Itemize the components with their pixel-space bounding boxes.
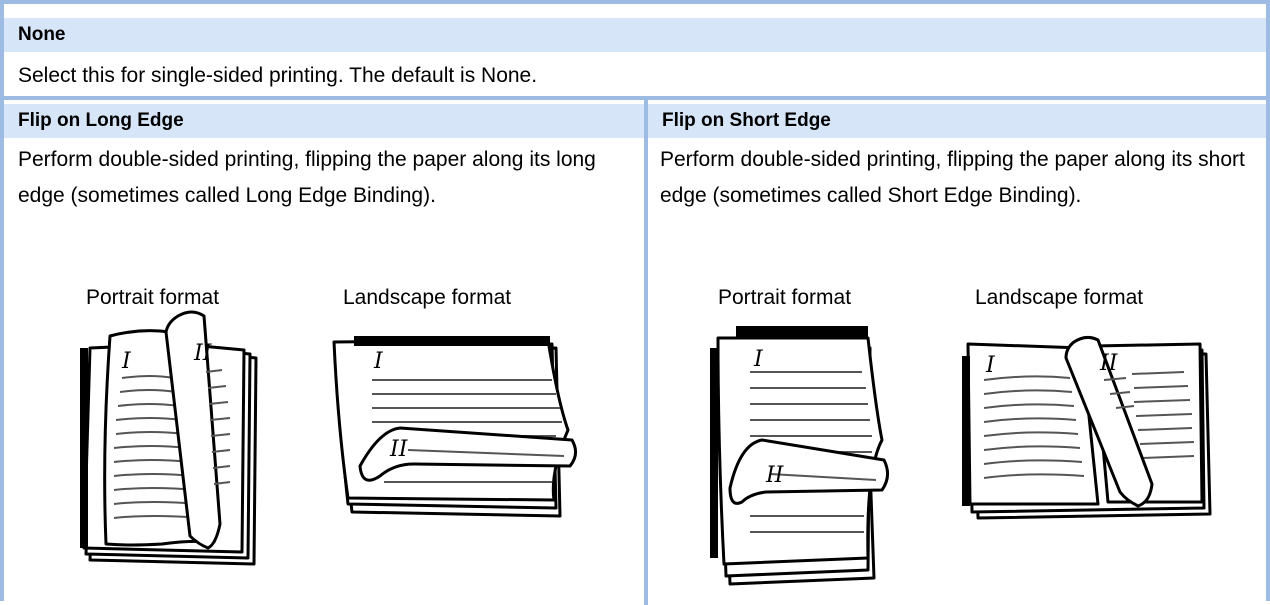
long-edge-portrait-caption: Portrait format [86,286,220,309]
none-description: Select this for single-sided printing. T… [18,64,538,87]
column-divider [644,100,648,605]
page-two-mark: II [765,463,785,488]
short-edge-portrait-caption: Portrait format [718,286,852,309]
none-title: None [18,24,66,45]
short-edge-landscape-caption: Landscape format [975,286,1144,309]
page-one-mark: I [753,347,764,372]
row-divider [4,96,1266,100]
short-edge-description: Perform double-sided printing, flipping … [660,148,1245,207]
short-edge-landscape-illustration: I II [962,335,1212,520]
long-edge-landscape-illustration: I II [332,336,577,518]
long-edge-title: Flip on Long Edge [18,110,184,131]
page-one-mark: I [121,349,132,374]
long-edge-portrait-illustration: I II [80,310,258,566]
page-one-mark: I [373,349,384,374]
page-two-mark: II [389,437,409,462]
long-edge-header: Flip on Long Edge [4,104,644,138]
short-edge-header: Flip on Short Edge [648,104,1266,138]
page-two-mark: II [1099,351,1119,376]
page-one-mark: I [985,353,996,378]
page-two-mark: II [193,341,213,366]
long-edge-landscape-caption: Landscape format [343,286,512,309]
duplex-options-table: None Select this for single-sided printi… [0,0,1270,605]
none-header: None [4,18,1266,52]
short-edge-title: Flip on Short Edge [662,110,831,131]
long-edge-description: Perform double-sided printing, flipping … [18,148,596,207]
short-edge-portrait-illustration: I II [710,326,889,586]
